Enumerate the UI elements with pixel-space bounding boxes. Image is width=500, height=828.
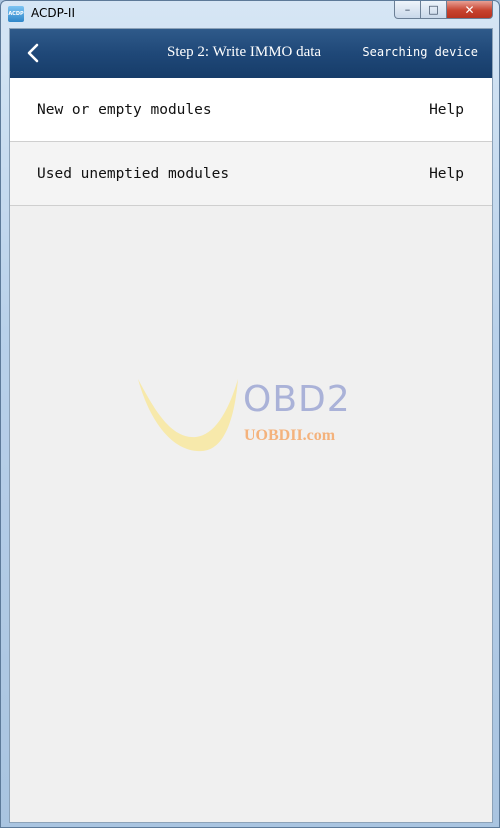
app-content: Step 2: Write IMMO data Searching device… xyxy=(9,28,493,823)
option-used-unemptied-modules[interactable]: Used unemptied modules Help xyxy=(10,142,492,206)
option-new-or-empty-modules[interactable]: New or empty modules Help xyxy=(10,78,492,142)
page-title: Step 2: Write IMMO data xyxy=(167,44,322,60)
nav-header: Step 2: Write IMMO data Searching device xyxy=(10,29,492,78)
app-icon: ACDP xyxy=(8,6,24,22)
help-link[interactable]: Help xyxy=(429,166,464,182)
help-link[interactable]: Help xyxy=(429,102,464,118)
window-title: ACDP-II xyxy=(31,6,75,20)
watermark-logo-icon xyxy=(138,379,238,452)
watermark-brand: OBD2 xyxy=(243,379,351,420)
device-status: Searching device xyxy=(362,45,478,59)
window-titlebar[interactable]: ACDP ACDP-II – □ ✕ xyxy=(1,1,499,27)
chevron-left-icon xyxy=(27,43,39,63)
minimize-button[interactable]: – xyxy=(394,1,421,19)
back-button[interactable] xyxy=(22,41,46,65)
app-window: ACDP ACDP-II – □ ✕ Step 2: Write IMMO da… xyxy=(0,0,500,828)
close-button[interactable]: ✕ xyxy=(447,1,493,19)
maximize-button[interactable]: □ xyxy=(421,1,447,19)
window-controls: – □ ✕ xyxy=(394,1,493,19)
option-label: Used unemptied modules xyxy=(37,165,230,182)
watermark-url: UOBDII.com xyxy=(244,427,336,444)
option-label: New or empty modules xyxy=(37,101,212,118)
watermark: OBD2 UOBDII.com xyxy=(136,375,376,455)
